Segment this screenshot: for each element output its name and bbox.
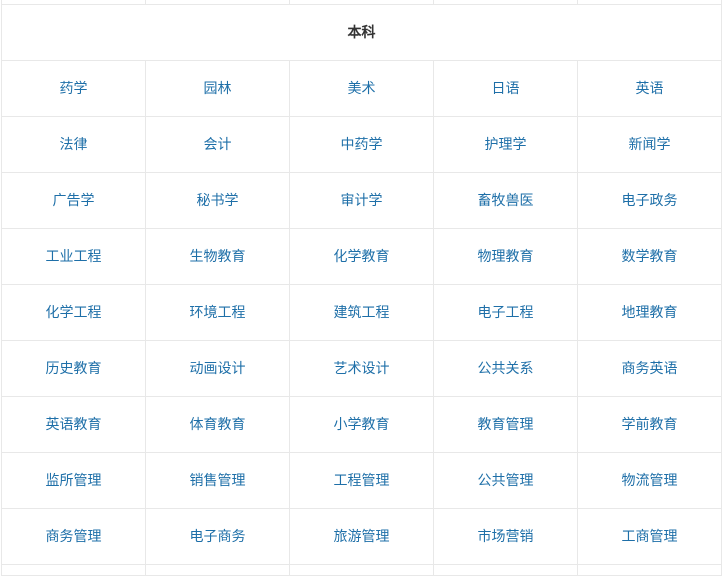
table-row: 广告学 秘书学 审计学 畜牧兽医 电子政务 bbox=[1, 172, 722, 229]
major-link[interactable]: 法律 bbox=[1, 116, 146, 173]
major-link[interactable]: 销售管理 bbox=[145, 452, 290, 509]
major-link[interactable]: 小学教育 bbox=[289, 396, 434, 453]
table-row: 历史教育 动画设计 艺术设计 公共关系 商务英语 bbox=[1, 340, 722, 397]
major-link[interactable]: 地理教育 bbox=[577, 284, 722, 341]
major-link[interactable]: 英语 bbox=[577, 60, 722, 117]
table-row: 英语教育 体育教育 小学教育 教育管理 学前教育 bbox=[1, 396, 722, 453]
major-link[interactable]: 动画设计 bbox=[145, 340, 290, 397]
table-row: 商务管理 电子商务 旅游管理 市场营销 工商管理 bbox=[1, 508, 722, 565]
major-link[interactable]: 公共关系 bbox=[433, 340, 578, 397]
major-link[interactable]: 公共管理 bbox=[433, 452, 578, 509]
major-link[interactable]: 会计 bbox=[145, 116, 290, 173]
major-link[interactable]: 秘书学 bbox=[145, 172, 290, 229]
major-link[interactable]: 监所管理 bbox=[1, 452, 146, 509]
major-link[interactable]: 园林 bbox=[145, 60, 290, 117]
major-link[interactable]: 药学 bbox=[1, 60, 146, 117]
major-link[interactable]: 生物教育 bbox=[145, 228, 290, 285]
major-link[interactable]: 日语 bbox=[433, 60, 578, 117]
major-link[interactable]: 历史教育 bbox=[1, 340, 146, 397]
table-header-cell: 本科 bbox=[1, 4, 722, 61]
major-link[interactable]: 电子商务 bbox=[145, 508, 290, 565]
table-row: 药学 园林 美术 日语 英语 bbox=[1, 60, 722, 117]
major-link[interactable]: 化学工程 bbox=[1, 284, 146, 341]
major-link[interactable]: 旅游管理 bbox=[289, 508, 434, 565]
major-link[interactable]: 学前教育 bbox=[577, 396, 722, 453]
major-link[interactable]: 工商管理 bbox=[577, 508, 722, 565]
major-link[interactable]: 工业工程 bbox=[1, 228, 146, 285]
table-row: 工业工程 生物教育 化学教育 物理教育 数学教育 bbox=[1, 228, 722, 285]
major-link[interactable]: 中药学 bbox=[289, 116, 434, 173]
major-link[interactable]: 教育管理 bbox=[433, 396, 578, 453]
table-header-row: 本科 bbox=[1, 4, 722, 61]
major-link[interactable]: 电子政务 bbox=[577, 172, 722, 229]
major-link[interactable]: 物流管理 bbox=[577, 452, 722, 509]
table-bottom-stub-row bbox=[1, 564, 722, 576]
major-link[interactable]: 审计学 bbox=[289, 172, 434, 229]
major-link[interactable]: 数学教育 bbox=[577, 228, 722, 285]
major-link[interactable]: 畜牧兽医 bbox=[433, 172, 578, 229]
major-link[interactable]: 工程管理 bbox=[289, 452, 434, 509]
major-link[interactable]: 英语教育 bbox=[1, 396, 146, 453]
major-link[interactable]: 护理学 bbox=[433, 116, 578, 173]
major-link[interactable]: 环境工程 bbox=[145, 284, 290, 341]
major-link[interactable]: 体育教育 bbox=[145, 396, 290, 453]
table-row: 化学工程 环境工程 建筑工程 电子工程 地理教育 bbox=[1, 284, 722, 341]
major-link[interactable]: 化学教育 bbox=[289, 228, 434, 285]
major-link[interactable]: 美术 bbox=[289, 60, 434, 117]
table-row: 法律 会计 中药学 护理学 新闻学 bbox=[1, 116, 722, 173]
major-link[interactable]: 艺术设计 bbox=[289, 340, 434, 397]
table-row: 监所管理 销售管理 工程管理 公共管理 物流管理 bbox=[1, 452, 722, 509]
major-link[interactable]: 建筑工程 bbox=[289, 284, 434, 341]
major-link[interactable]: 电子工程 bbox=[433, 284, 578, 341]
major-link[interactable]: 市场营销 bbox=[433, 508, 578, 565]
major-link[interactable]: 商务英语 bbox=[577, 340, 722, 397]
majors-table: 本科 药学 园林 美术 日语 英语 法律 会计 中药学 护理学 新闻学 广告学 … bbox=[1, 0, 722, 576]
major-link[interactable]: 广告学 bbox=[1, 172, 146, 229]
major-link[interactable]: 商务管理 bbox=[1, 508, 146, 565]
major-link[interactable]: 物理教育 bbox=[433, 228, 578, 285]
major-link[interactable]: 新闻学 bbox=[577, 116, 722, 173]
majors-table-container: 本科 药学 园林 美术 日语 英语 法律 会计 中药学 护理学 新闻学 广告学 … bbox=[0, 0, 722, 576]
